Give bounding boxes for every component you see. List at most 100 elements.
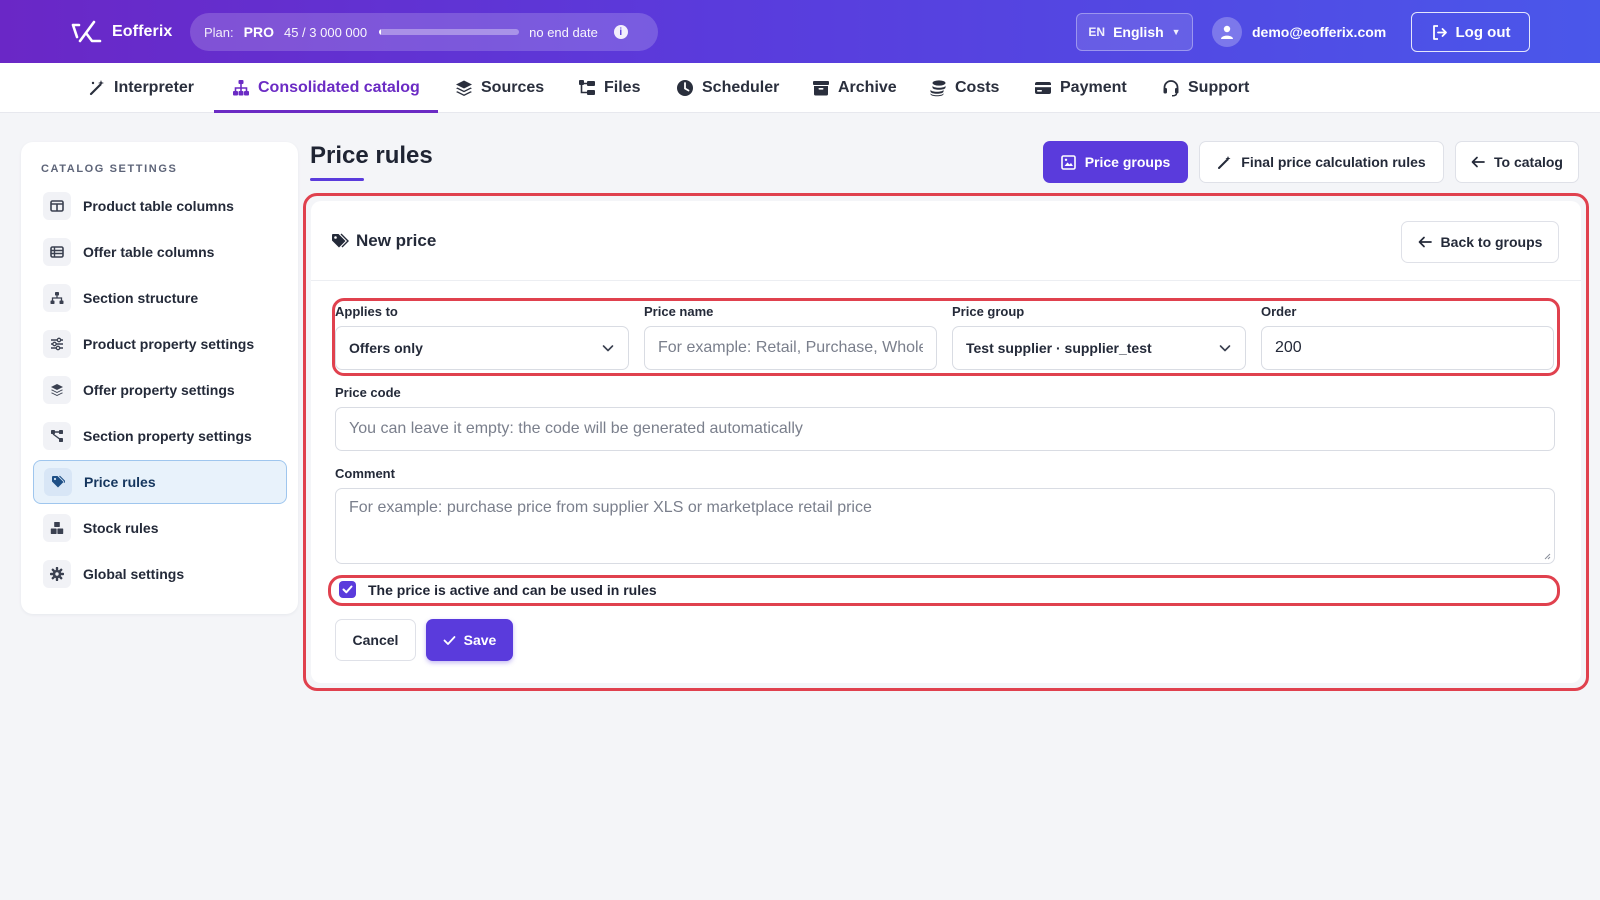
user-menu[interactable]: demo@eofferix.com <box>1212 17 1386 47</box>
sidebar-item-label: Stock rules <box>83 520 159 536</box>
price-code-input[interactable] <box>349 420 1541 438</box>
nav-label: Files <box>604 79 641 96</box>
sidebar-item-label: Section property settings <box>83 428 252 444</box>
sidebar-item-label: Section structure <box>83 290 199 306</box>
nav-item-support[interactable]: Support <box>1162 63 1249 113</box>
nav-item-scheduler[interactable]: Scheduler <box>676 63 779 113</box>
info-icon[interactable]: i <box>613 25 628 39</box>
sidebar-item-label: Offer table columns <box>83 244 215 260</box>
main-nav: Interpreter Consolidated catalog Sources… <box>0 63 1600 113</box>
brand[interactable]: Eofferix <box>70 19 172 45</box>
arrow-left-icon <box>1418 236 1432 248</box>
price-group-value: Test supplier · supplier_test <box>966 340 1152 356</box>
sidebar-item-label: Price rules <box>84 474 156 490</box>
nav-label: Sources <box>481 79 545 96</box>
price-group-select[interactable]: Test supplier · supplier_test <box>952 326 1246 370</box>
sidebar-item-stock-rules[interactable]: Stock rules <box>33 506 287 550</box>
sidebar-item-global-settings[interactable]: Global settings <box>33 552 287 596</box>
language-name: English <box>1113 24 1164 40</box>
catalog-settings-sidebar: CATALOG SETTINGS Product table columns O… <box>21 142 298 614</box>
gear-icon <box>43 560 71 588</box>
language-code: EN <box>1088 25 1106 39</box>
active-checkbox[interactable] <box>339 581 356 598</box>
to-catalog-button[interactable]: To catalog <box>1455 141 1579 183</box>
clock-icon <box>677 80 693 96</box>
nav-label: Support <box>1188 79 1250 96</box>
tags-icon <box>44 468 72 496</box>
comment-field[interactable] <box>335 488 1555 564</box>
folder-tree-icon <box>579 80 595 95</box>
table-list-icon <box>43 238 71 266</box>
sidebar-item-section-structure[interactable]: Section structure <box>33 276 287 320</box>
sidebar-item-offer-table-columns[interactable]: Offer table columns <box>33 230 287 274</box>
sidebar-item-label: Product table columns <box>83 198 234 214</box>
resize-handle-icon[interactable] <box>1543 552 1551 560</box>
applies-to-value: Offers only <box>349 340 423 356</box>
comment-label: Comment <box>335 466 395 481</box>
magic-wand-icon <box>89 80 104 96</box>
nav-item-archive[interactable]: Archive <box>812 63 897 113</box>
nav-label: Consolidated catalog <box>258 79 420 96</box>
logout-button[interactable]: Log out <box>1411 12 1530 52</box>
form-title-text: New price <box>356 231 437 250</box>
nav-item-payment[interactable]: Payment <box>1034 63 1127 113</box>
nav-label: Costs <box>955 79 1000 96</box>
sidebar-item-label: Offer property settings <box>83 382 235 398</box>
nav-item-consolidated-catalog[interactable]: Consolidated catalog <box>214 63 438 113</box>
caret-down-icon: ▼ <box>1171 27 1181 37</box>
nav-item-files[interactable]: Files <box>578 63 640 113</box>
sidebar-item-section-property-settings[interactable]: Section property settings <box>33 414 287 458</box>
credit-card-icon <box>1035 82 1051 94</box>
price-group-label: Price group <box>952 304 1025 319</box>
user-email: demo@eofferix.com <box>1252 24 1387 40</box>
form-title: New price <box>331 231 436 251</box>
brand-name: Eofferix <box>112 23 173 40</box>
comment-textarea[interactable] <box>349 499 1541 553</box>
order-label: Order <box>1261 304 1297 319</box>
price-name-input[interactable] <box>658 339 923 357</box>
form-header: New price Back to groups <box>311 201 1581 281</box>
nav-item-sources[interactable]: Sources <box>455 63 544 113</box>
order-field[interactable] <box>1261 326 1554 370</box>
nav-label: Interpreter <box>114 79 195 96</box>
logout-label: Log out <box>1455 23 1511 41</box>
sitemap-icon <box>233 80 249 96</box>
page-title: Price rules <box>310 142 433 169</box>
sidebar-item-label: Global settings <box>83 566 185 582</box>
user-avatar-icon <box>1212 17 1242 47</box>
columns-icon <box>43 192 71 220</box>
cancel-button[interactable]: Cancel <box>335 619 416 661</box>
price-code-field[interactable] <box>335 407 1555 451</box>
archive-box-icon <box>813 81 829 96</box>
save-button[interactable]: Save <box>426 619 513 661</box>
nav-item-interpreter[interactable]: Interpreter <box>88 63 194 113</box>
magic-wand-icon <box>1218 155 1231 169</box>
plan-usage-fill <box>379 29 382 35</box>
active-checkbox-label[interactable]: The price is active and can be used in r… <box>368 582 657 598</box>
sidebar-title: CATALOG SETTINGS <box>41 163 178 175</box>
sidebar-item-price-rules[interactable]: Price rules <box>33 460 287 504</box>
sidebar-item-product-table-columns[interactable]: Product table columns <box>33 184 287 228</box>
price-name-field[interactable] <box>644 326 937 370</box>
save-label: Save <box>463 632 497 648</box>
arrow-left-icon <box>1471 156 1485 168</box>
sidebar-item-offer-property-settings[interactable]: Offer property settings <box>33 368 287 412</box>
applies-to-label: Applies to <box>335 304 398 319</box>
final-rules-label: Final price calculation rules <box>1241 154 1426 170</box>
plan-usage-bar <box>379 29 520 35</box>
plan-label: Plan: <box>204 24 234 40</box>
nav-item-costs[interactable]: Costs <box>929 63 999 113</box>
layers-icon <box>43 376 71 404</box>
final-price-calculation-rules-button[interactable]: Final price calculation rules <box>1199 141 1444 183</box>
language-selector[interactable]: EN English ▼ <box>1076 13 1193 51</box>
applies-to-select[interactable]: Offers only <box>335 326 629 370</box>
price-groups-button[interactable]: Price groups <box>1043 141 1188 183</box>
plan-tier: PRO <box>243 24 274 40</box>
chevron-down-icon <box>1219 345 1231 352</box>
order-input[interactable] <box>1275 339 1540 357</box>
back-to-groups-button[interactable]: Back to groups <box>1401 221 1559 263</box>
checkmark-icon <box>342 585 353 594</box>
boxes-icon <box>43 514 71 542</box>
sidebar-item-product-property-settings[interactable]: Product property settings <box>33 322 287 366</box>
coins-icon <box>930 80 946 97</box>
